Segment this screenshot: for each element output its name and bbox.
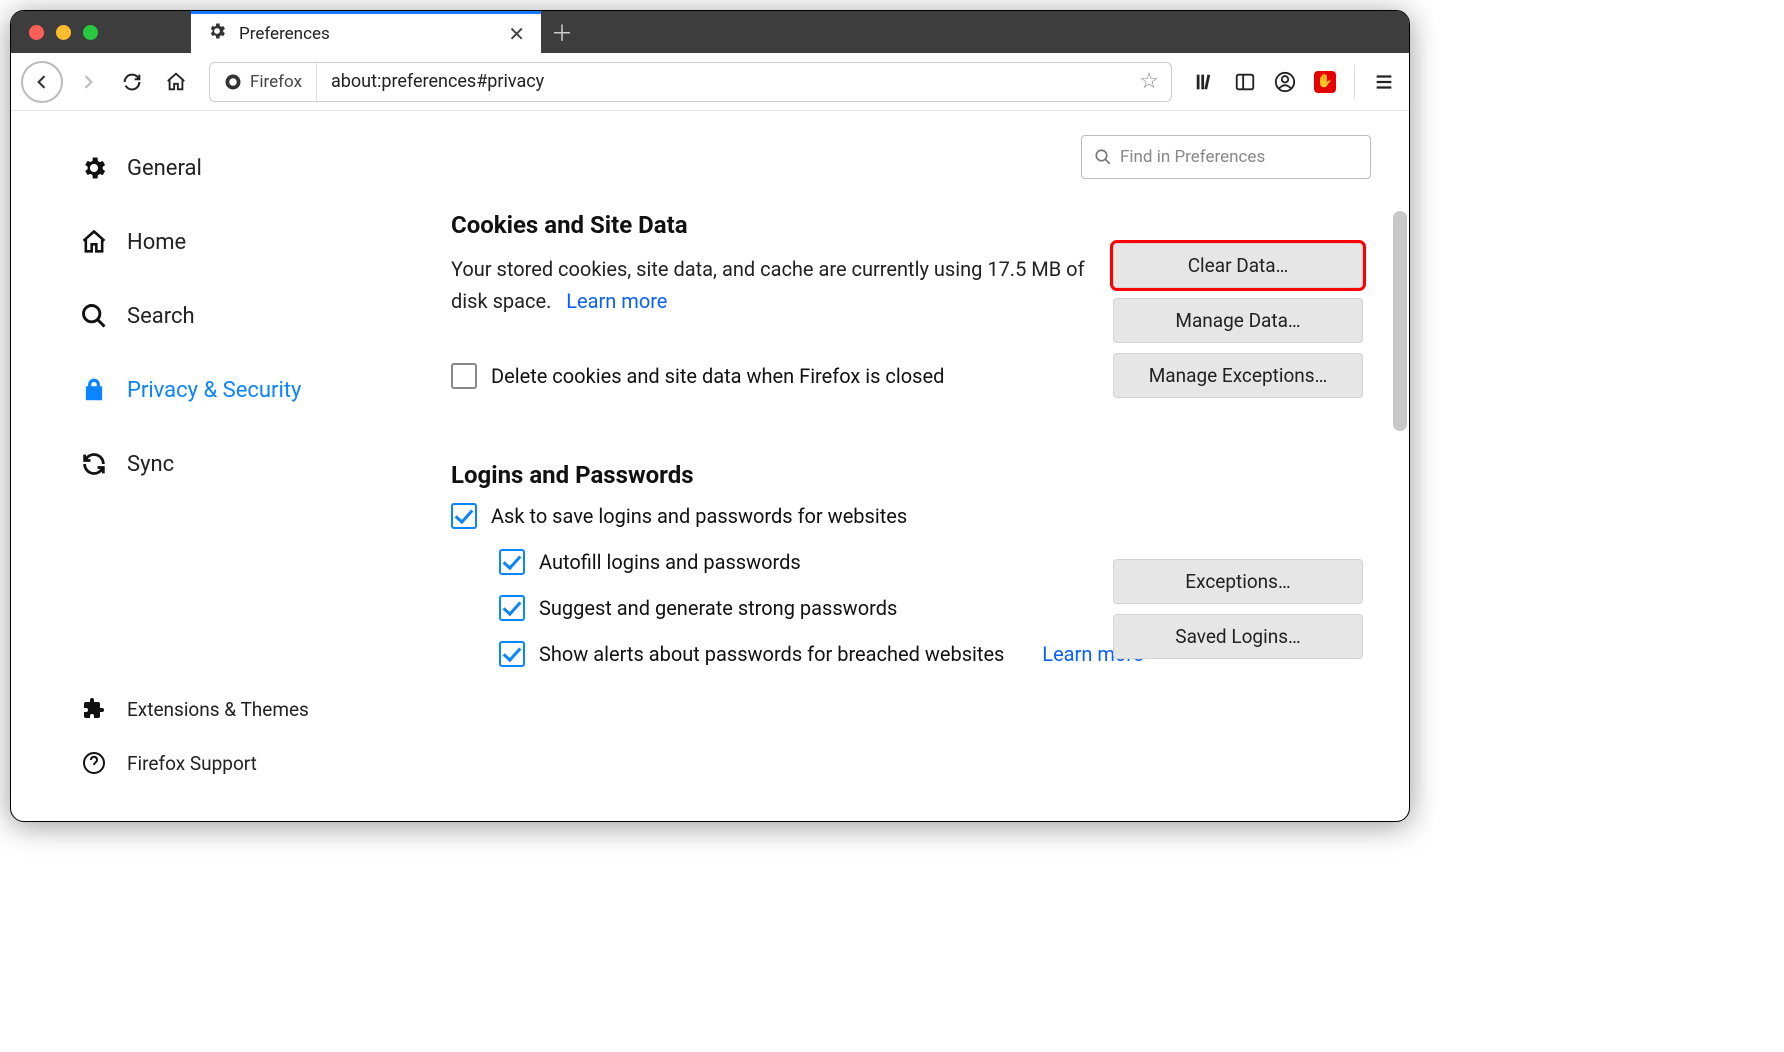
- ask-save-label: Ask to save logins and passwords for web…: [491, 504, 907, 528]
- sidebar-item-privacy[interactable]: Privacy & Security: [71, 361, 411, 419]
- minimize-window-button[interactable]: [56, 25, 71, 40]
- account-icon[interactable]: [1270, 67, 1300, 97]
- delete-on-close-checkbox[interactable]: [451, 363, 477, 389]
- cookies-heading: Cookies and Site Data: [451, 211, 1379, 239]
- forward-button[interactable]: [69, 63, 107, 101]
- sidebar-item-home[interactable]: Home: [71, 213, 411, 271]
- home-icon: [79, 228, 109, 256]
- help-icon: [79, 751, 109, 775]
- sidebar-bottom: Extensions & Themes Firefox Support: [71, 685, 411, 821]
- home-button[interactable]: [157, 63, 195, 101]
- clear-data-button[interactable]: Clear Data…: [1113, 243, 1363, 288]
- ask-save-row[interactable]: Ask to save logins and passwords for web…: [451, 503, 1379, 529]
- library-icon[interactable]: [1190, 67, 1220, 97]
- url-address: about:preferences#privacy: [317, 71, 1127, 92]
- manage-data-button[interactable]: Manage Data…: [1113, 298, 1363, 343]
- sidebar-item-label: Search: [127, 304, 195, 329]
- sidebar-item-extensions[interactable]: Extensions & Themes: [71, 685, 411, 733]
- cookies-buttons: Clear Data… Manage Data… Manage Exceptio…: [1113, 243, 1363, 398]
- sidebar-item-label: Home: [127, 230, 186, 255]
- sidebar-item-support[interactable]: Firefox Support: [71, 739, 411, 787]
- cookies-learn-more-link[interactable]: Learn more: [566, 289, 667, 313]
- cookies-disk-usage: 17.5 MB: [987, 257, 1061, 281]
- saved-logins-button[interactable]: Saved Logins…: [1113, 614, 1363, 659]
- preferences-main: Find in Preferences Cookies and Site Dat…: [411, 111, 1409, 821]
- preferences-sidebar: General Home Search Privacy & Security: [11, 111, 411, 821]
- logins-heading: Logins and Passwords: [451, 461, 1379, 489]
- search-input[interactable]: Find in Preferences: [1081, 135, 1371, 179]
- logins-exceptions-button[interactable]: Exceptions…: [1113, 559, 1363, 604]
- autofill-label: Autofill logins and passwords: [539, 550, 801, 574]
- menu-button[interactable]: [1369, 67, 1399, 97]
- bookmark-star-button[interactable]: ☆: [1127, 69, 1171, 94]
- tab-strip: Preferences ✕ ＋: [11, 11, 1409, 53]
- browser-window: Preferences ✕ ＋ Firefox about:preference…: [10, 10, 1410, 822]
- sidebar-item-label: Sync: [127, 452, 174, 477]
- sidebar-item-label: Firefox Support: [127, 752, 257, 775]
- new-tab-button[interactable]: ＋: [541, 11, 583, 53]
- puzzle-icon: [79, 697, 109, 721]
- gear-icon: [207, 21, 227, 46]
- sidebar-item-search[interactable]: Search: [71, 287, 411, 345]
- ask-save-checkbox[interactable]: [451, 503, 477, 529]
- reload-button[interactable]: [113, 63, 151, 101]
- sidebar-item-label: Extensions & Themes: [127, 698, 309, 721]
- content-area: General Home Search Privacy & Security: [11, 111, 1409, 821]
- search-icon: [1094, 148, 1112, 166]
- toolbar-separator: [1354, 65, 1355, 99]
- sidebar-item-label: General: [127, 156, 202, 181]
- search-icon: [79, 302, 109, 330]
- close-window-button[interactable]: [29, 25, 44, 40]
- gear-icon: [79, 154, 109, 182]
- url-bar[interactable]: Firefox about:preferences#privacy ☆: [209, 62, 1172, 102]
- sync-icon: [79, 450, 109, 478]
- sidebar-toggle-icon[interactable]: [1230, 67, 1260, 97]
- autofill-checkbox[interactable]: [499, 549, 525, 575]
- identity-label: Firefox: [250, 72, 302, 92]
- close-tab-button[interactable]: ✕: [508, 22, 525, 46]
- sidebar-item-sync[interactable]: Sync: [71, 435, 411, 493]
- alerts-checkbox[interactable]: [499, 641, 525, 667]
- identity-box[interactable]: Firefox: [210, 63, 317, 101]
- tab-preferences[interactable]: Preferences ✕: [191, 11, 541, 53]
- section-logins: Logins and Passwords Exceptions… Saved L…: [451, 461, 1379, 667]
- logins-buttons: Exceptions… Saved Logins…: [1113, 559, 1363, 659]
- toolbar: Firefox about:preferences#privacy ☆ ✋: [11, 53, 1409, 111]
- cookies-desc-prefix: Your stored cookies, site data, and cach…: [451, 257, 987, 281]
- sidebar-item-general[interactable]: General: [71, 139, 411, 197]
- sidebar-item-label: Privacy & Security: [127, 378, 301, 403]
- ublock-icon[interactable]: ✋: [1310, 67, 1340, 97]
- alerts-label: Show alerts about passwords for breached…: [539, 642, 1004, 666]
- toolbar-right-icons: ✋: [1190, 65, 1399, 99]
- search-placeholder: Find in Preferences: [1120, 147, 1265, 167]
- firefox-icon: [224, 73, 242, 91]
- maximize-window-button[interactable]: [83, 25, 98, 40]
- delete-on-close-label: Delete cookies and site data when Firefo…: [491, 364, 944, 388]
- manage-exceptions-button[interactable]: Manage Exceptions…: [1113, 353, 1363, 398]
- lock-icon: [79, 377, 109, 403]
- window-controls: [11, 11, 191, 53]
- cookies-description: Your stored cookies, site data, and cach…: [451, 253, 1091, 317]
- back-button[interactable]: [21, 61, 63, 103]
- section-cookies: Cookies and Site Data Your stored cookie…: [451, 211, 1379, 389]
- tab-title: Preferences: [239, 24, 330, 44]
- suggest-label: Suggest and generate strong passwords: [539, 596, 897, 620]
- suggest-checkbox[interactable]: [499, 595, 525, 621]
